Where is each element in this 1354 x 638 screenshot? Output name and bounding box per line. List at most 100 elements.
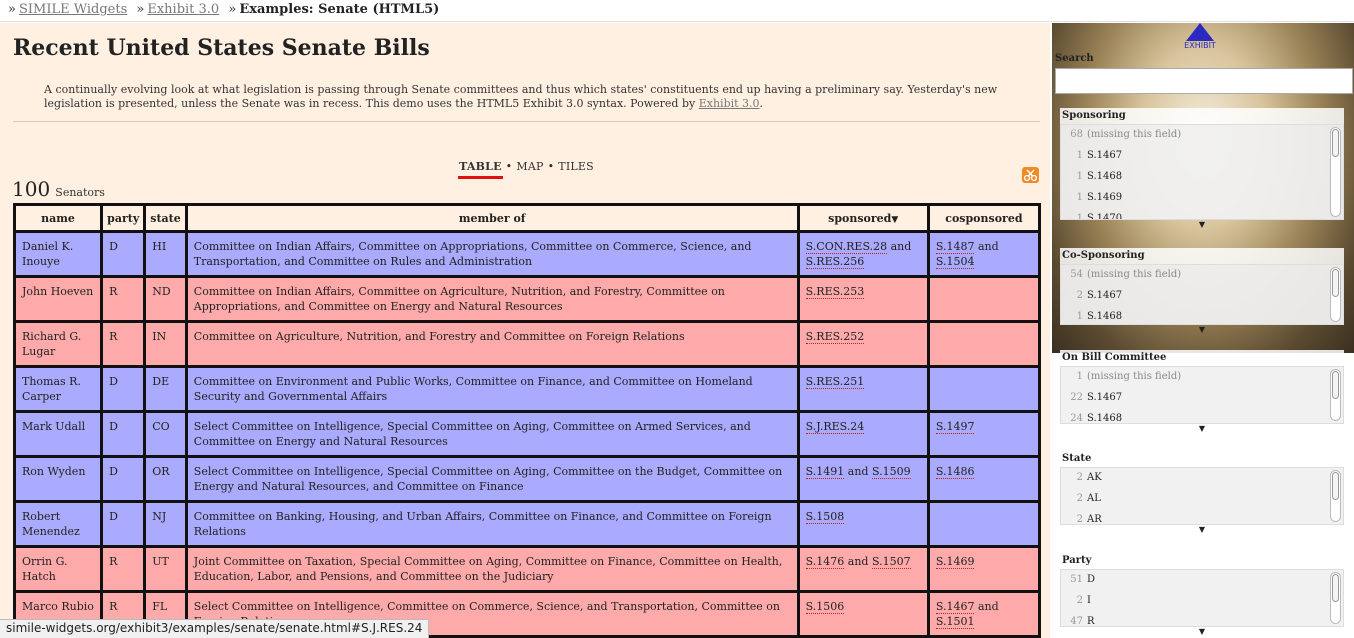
facet-value-label: S.1470 [1087, 213, 1123, 220]
senator-name[interactable]: Mark Udall [16, 413, 101, 455]
facet-value-item[interactable]: 2 AR [1061, 510, 1343, 524]
scrollbar-thumb[interactable] [1332, 269, 1339, 297]
breadcrumb-link-exhibit[interactable]: Exhibit 3.0 [147, 2, 219, 17]
senator-name[interactable]: Orrin G. Hatch [16, 548, 101, 590]
bill-link[interactable]: S.1507 [871, 555, 911, 569]
facet-value-list: 51 D 2 I 47 R [1060, 569, 1344, 627]
bill-link[interactable]: S.1504 [935, 255, 975, 269]
senator-state: UT [146, 548, 185, 590]
column-header-party[interactable]: party [103, 206, 144, 230]
bill-link[interactable]: S.1469 [935, 555, 975, 569]
facet-scrollbar[interactable] [1330, 470, 1341, 522]
facet-scrollbar[interactable] [1330, 572, 1341, 624]
expand-facet-icon[interactable]: ▼ [1060, 627, 1344, 637]
expand-facet-icon[interactable]: ▼ [1060, 220, 1344, 230]
bill-link[interactable]: S.1508 [805, 510, 845, 524]
scrollbar-thumb[interactable] [1332, 129, 1339, 157]
senator-committees: Committee on Indian Affairs, Committee o… [187, 233, 797, 275]
facet-value-item[interactable]: 24 S.1468 [1061, 409, 1343, 423]
table-body: Daniel K. Inouye D HI Committee on Indian A… [16, 233, 1038, 635]
facet-value-list: 68 (missing this field) 1 S.1467 1 S.1468 1 S.1… [1060, 124, 1344, 220]
column-header-member-of[interactable]: member of [187, 206, 797, 230]
exhibit-logo-text: EXHIBIT [1184, 41, 1216, 50]
facet-value-item[interactable]: 1 S.1470 [1061, 209, 1343, 220]
facet-value-item[interactable]: 54 (missing this field) [1061, 265, 1343, 286]
facet-value-item[interactable]: 51 D [1061, 570, 1343, 591]
facet-value-item[interactable]: 2I [1061, 591, 1343, 612]
senator-sponsored: S.1506 [799, 593, 927, 635]
bill-link[interactable]: S.J.RES.24 [805, 420, 865, 434]
facet-value-item[interactable]: 47 R [1061, 612, 1343, 626]
facet-value-item[interactable]: 2 S.1467 [1061, 286, 1343, 307]
search-input[interactable] [1055, 68, 1353, 94]
senator-party: D [103, 233, 144, 275]
senator-cosponsored: S.1486 [929, 458, 1038, 500]
breadcrumb-link-simile[interactable]: SIMILE Widgets [19, 2, 127, 17]
bill-link[interactable]: S.1486 [935, 465, 975, 479]
bill-link[interactable]: S.RES.251 [805, 375, 865, 389]
bill-link[interactable]: S.CON.RES.28 [805, 240, 888, 254]
expand-facet-icon[interactable]: ▼ [1060, 424, 1344, 434]
senator-name[interactable]: John Hoeven [16, 278, 101, 320]
exhibit-logo-icon [1186, 23, 1214, 41]
senator-name[interactable]: Thomas R. Carper [16, 368, 101, 410]
senator-committees: Select Committee on Intelligence, Specia… [187, 458, 797, 500]
bill-link[interactable]: S.1497 [935, 420, 975, 434]
senator-state: DE [146, 368, 185, 410]
senator-committees: Committee on Indian Affairs, Committee o… [187, 278, 797, 320]
senator-name[interactable]: Robert Menendez [16, 503, 101, 545]
exhibit-link[interactable]: Exhibit 3.0 [699, 97, 760, 110]
column-header-sponsored[interactable]: sponsored▼ [799, 206, 927, 230]
facet-value-item[interactable]: 1 S.1468 [1061, 167, 1343, 188]
facet-scrollbar[interactable] [1330, 369, 1341, 421]
bill-link[interactable]: S.1509 [871, 465, 911, 479]
intro-text: A continually evolving look at what legi… [44, 83, 998, 110]
facet-scrollbar[interactable] [1330, 127, 1341, 217]
view-tab-tiles[interactable]: TILES [557, 160, 595, 176]
senator-sponsored: S.1476 and S.1507 [799, 548, 927, 590]
facet-value-item[interactable]: 2 AK [1061, 468, 1343, 489]
view-separator: • [505, 160, 513, 173]
column-header-name[interactable]: name [16, 206, 101, 230]
view-tab-table[interactable]: TABLE [458, 160, 503, 179]
scrollbar-thumb[interactable] [1332, 472, 1339, 500]
column-header-state[interactable]: state [146, 206, 185, 230]
senator-state: NJ [146, 503, 185, 545]
bill-link[interactable]: S.1506 [805, 600, 845, 614]
senator-committees: Committee on Agriculture, Nutrition, and… [187, 323, 797, 365]
facet-value-label: (missing this field) [1087, 129, 1182, 140]
bill-link[interactable]: S.1487 [935, 240, 975, 254]
facet-value-item[interactable]: 1 S.1467 [1061, 146, 1343, 167]
bill-link[interactable]: S.RES.253 [805, 285, 865, 299]
facet-value-label: AK [1087, 472, 1102, 483]
senator-name[interactable]: Richard G. Lugar [16, 323, 101, 365]
table-header-row: name party state member of sponsored▼ co… [16, 206, 1038, 230]
bill-link[interactable]: S.1491 [805, 465, 845, 479]
scrollbar-thumb[interactable] [1332, 574, 1339, 602]
facet-value-item[interactable]: 1 S.1469 [1061, 188, 1343, 209]
bill-link[interactable]: S.1501 [935, 615, 975, 629]
scissors-icon[interactable] [1022, 167, 1039, 183]
facet-value-item[interactable]: 22 S.1467 [1061, 388, 1343, 409]
facet-value-count: 1 [1076, 213, 1083, 220]
senator-party: D [103, 368, 144, 410]
bill-link[interactable]: S.1476 [805, 555, 845, 569]
bill-link[interactable]: S.RES.256 [805, 255, 865, 269]
senator-name[interactable]: Daniel K. Inouye [16, 233, 101, 275]
senator-name[interactable]: Ron Wyden [16, 458, 101, 500]
view-tab-map[interactable]: MAP [515, 160, 544, 176]
view-separator: • [547, 160, 555, 173]
facet-value-item[interactable]: 68 (missing this field) [1061, 125, 1343, 146]
facet-value-item[interactable]: 2 AL [1061, 489, 1343, 510]
column-header-cosponsored[interactable]: cosponsored [929, 206, 1038, 230]
facet-scrollbar[interactable] [1330, 267, 1341, 322]
bill-link[interactable]: S.RES.252 [805, 330, 865, 344]
facet-title: Sponsoring [1060, 108, 1344, 124]
facet-value-item[interactable]: 1 (missing this field) [1061, 367, 1343, 388]
scrollbar-thumb[interactable] [1332, 371, 1339, 399]
facet-co-sponsoring: Co-Sponsoring 54 (missing this field) 2 S.14… [1060, 248, 1344, 335]
facet-value-item[interactable]: 1 S.1468 [1061, 307, 1343, 324]
expand-facet-icon[interactable]: ▼ [1060, 325, 1344, 335]
bill-link[interactable]: S.1467 [935, 600, 975, 614]
expand-facet-icon[interactable]: ▼ [1060, 525, 1344, 535]
